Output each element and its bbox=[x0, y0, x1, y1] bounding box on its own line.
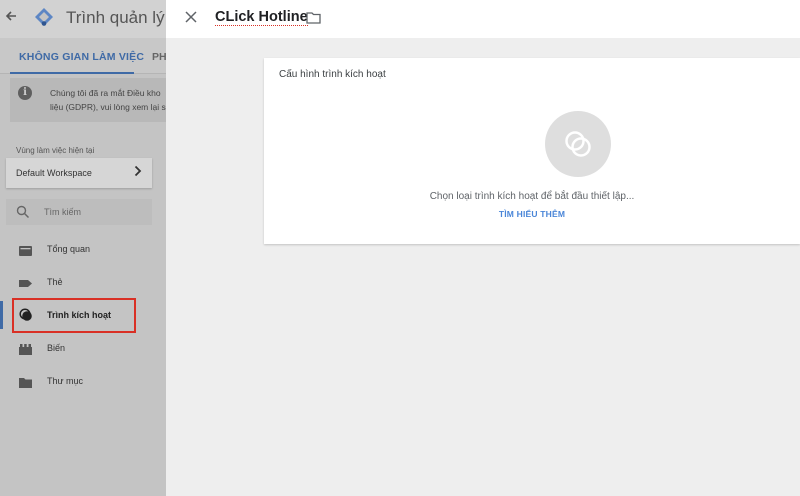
notice-line-1: Chúng tôi đã ra mắt Điều kho bbox=[50, 88, 161, 98]
tab-workspace[interactable]: KHÔNG GIAN LÀM VIỆC bbox=[19, 51, 144, 63]
gtm-logo-icon bbox=[34, 7, 54, 27]
search-input[interactable]: Tìm kiếm bbox=[6, 199, 152, 225]
trigger-editor-panel: CLick Hotline Cấu hình trình kích hoạt C… bbox=[166, 0, 800, 496]
notice-text: Chúng tôi đã ra mắt Điều kho liệu (GDPR)… bbox=[50, 86, 166, 114]
current-workspace-label: Vùng làm việc hiện tại bbox=[16, 146, 95, 155]
notice-line-2: liệu (GDPR), vui lòng xem lại s bbox=[50, 102, 166, 112]
overview-folder-icon bbox=[19, 243, 32, 256]
card-title: Cấu hình trình kích hoạt bbox=[279, 69, 386, 80]
sidebar-item-label: Biến bbox=[47, 343, 66, 353]
variable-icon bbox=[19, 342, 32, 355]
folder-icon bbox=[19, 375, 32, 388]
active-tab-indicator bbox=[10, 72, 134, 74]
sidebar-item-label: Thẻ bbox=[47, 277, 63, 287]
app-header: Trình quản lý th bbox=[0, 0, 166, 38]
trigger-name-input[interactable]: CLick Hotline bbox=[215, 9, 308, 26]
annotation-highlight-box bbox=[12, 298, 136, 333]
trigger-icon bbox=[565, 131, 591, 157]
trigger-type-selector[interactable] bbox=[545, 111, 611, 177]
info-icon: i bbox=[18, 86, 32, 100]
app-title: Trình quản lý th bbox=[66, 8, 166, 27]
gtm-workspace-panel: Trình quản lý th KHÔNG GIAN LÀM VIỆC PH … bbox=[0, 0, 166, 496]
sidebar-item-overview[interactable]: Tổng quan bbox=[0, 235, 166, 263]
active-item-indicator bbox=[0, 301, 3, 329]
sidebar-item-folders[interactable]: Thư mục bbox=[0, 367, 166, 395]
learn-more-link[interactable]: TÌM HIỂU THÊM bbox=[264, 209, 800, 219]
search-placeholder: Tìm kiếm bbox=[44, 207, 81, 217]
workspace-name: Default Workspace bbox=[16, 168, 92, 178]
tag-icon bbox=[19, 276, 32, 287]
gdpr-notice: i Chúng tôi đã ra mắt Điều kho liệu (GDP… bbox=[10, 78, 166, 122]
search-icon bbox=[16, 205, 30, 219]
folder-icon[interactable] bbox=[306, 11, 322, 24]
workspace-tabs: KHÔNG GIAN LÀM VIỆC PH bbox=[0, 38, 166, 74]
tab-versions[interactable]: PH bbox=[152, 51, 166, 63]
back-arrow-icon[interactable] bbox=[4, 9, 20, 25]
chevron-right-icon bbox=[134, 165, 142, 180]
choose-trigger-message: Chọn loại trình kích hoạt để bắt đầu thi… bbox=[429, 191, 635, 202]
close-icon[interactable] bbox=[182, 8, 200, 26]
sidebar-item-variables[interactable]: Biến bbox=[0, 334, 166, 362]
trigger-configuration-card[interactable]: Cấu hình trình kích hoạt Chọn loại trình… bbox=[264, 58, 800, 244]
sidebar-item-label: Tổng quan bbox=[47, 244, 91, 254]
sidebar-item-label: Thư mục bbox=[47, 376, 84, 386]
workspace-selector[interactable]: Default Workspace bbox=[6, 158, 152, 188]
editor-header: CLick Hotline bbox=[166, 0, 800, 38]
sidebar-item-tags[interactable]: Thẻ bbox=[0, 268, 166, 296]
